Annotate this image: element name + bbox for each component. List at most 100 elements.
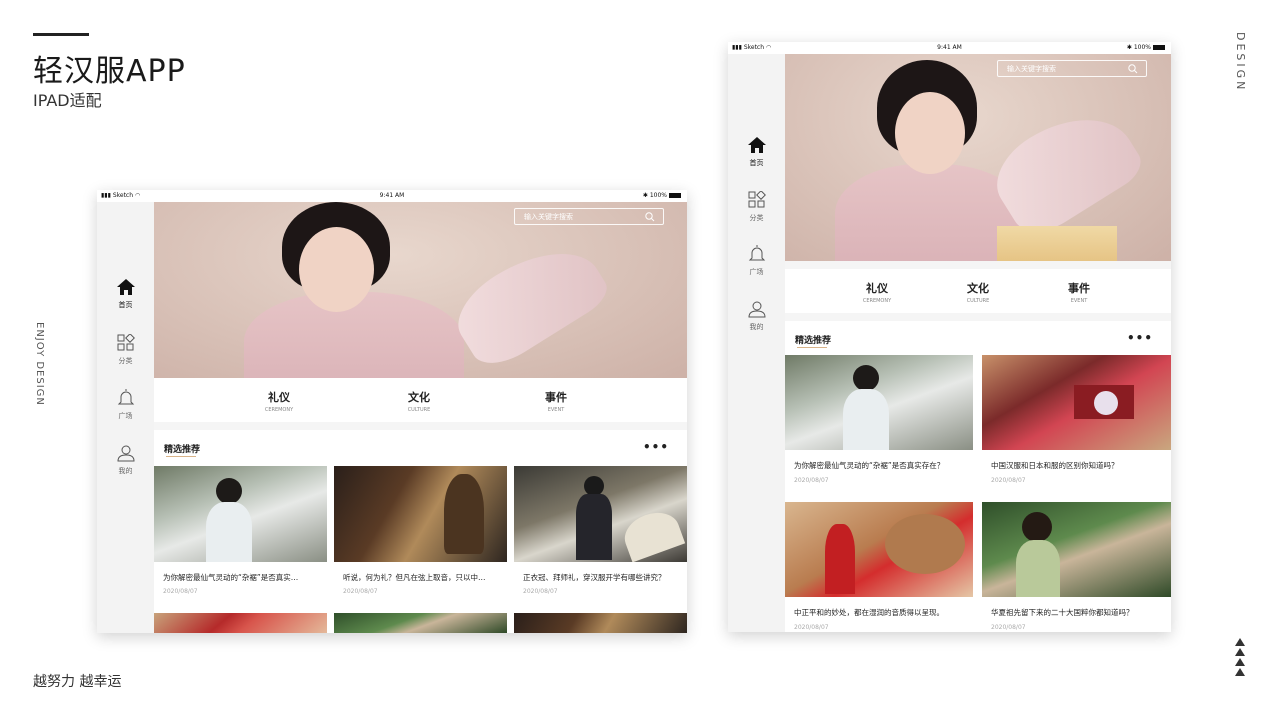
article-card[interactable]: 中正平和的妙处，都在湿润的音质得以呈现。 2020/08/07 bbox=[785, 502, 973, 632]
presentation-subtitle: IPAD适配 bbox=[33, 91, 102, 110]
ipad-landscape: ▮▮▮ Sketch ◠ 9:41 AM ✱ 100% 首页 分类 广场 我的 bbox=[97, 190, 687, 633]
category-zh: 礼仪 bbox=[866, 282, 888, 295]
hero-banner[interactable]: 输入关键字搜索 bbox=[785, 54, 1171, 261]
status-bar: ▮▮▮ Sketch ◠ 9:41 AM ✱ 100% bbox=[728, 42, 1171, 54]
article-date: 2020/08/07 bbox=[794, 624, 829, 631]
category-culture[interactable]: 文化 CULTURE bbox=[948, 280, 1008, 304]
featured-section: 精选推荐 ••• 为你解密最仙气灵动的“杂裾”是否真实… 2020/08/07 … bbox=[154, 430, 687, 633]
status-battery: ✱ 100% bbox=[643, 192, 681, 199]
search-placeholder: 输入关键字搜索 bbox=[1007, 64, 1056, 73]
bell-icon bbox=[117, 389, 134, 405]
category-en: CULTURE bbox=[407, 407, 431, 413]
nav-item-home[interactable]: 首页 bbox=[97, 278, 154, 310]
category-en: EVENT bbox=[1070, 298, 1088, 304]
article-card-partial[interactable] bbox=[154, 613, 327, 633]
article-caption: 听说，何为礼？但凡在弦上取音，只以中… bbox=[343, 573, 486, 582]
nav-item-category[interactable]: 分类 bbox=[97, 334, 154, 366]
article-card[interactable]: 正衣冠、拜师礼，穿汉服开学有哪些讲究？ 2020/08/07 bbox=[514, 466, 687, 606]
article-image bbox=[514, 613, 687, 633]
article-card-partial[interactable] bbox=[514, 613, 687, 633]
search-icon bbox=[1128, 63, 1138, 73]
article-caption: 为你解密最仙气灵动的“杂裾”是否真实存在？ bbox=[794, 461, 945, 470]
article-caption: 正衣冠、拜师礼，穿汉服开学有哪些讲究？ bbox=[523, 573, 666, 582]
category-en: CEREMONY bbox=[264, 407, 294, 413]
status-time: 9:41 AM bbox=[379, 192, 405, 199]
hero-banner[interactable]: 输入关键字搜索 bbox=[154, 202, 687, 378]
article-card-partial[interactable] bbox=[334, 613, 507, 633]
article-date: 2020/08/07 bbox=[991, 624, 1026, 631]
article-caption: 中正平和的妙处，都在湿润的音质得以呈现。 bbox=[794, 608, 944, 617]
slogan: 越努力 越幸运 bbox=[33, 674, 122, 690]
article-image bbox=[334, 613, 507, 633]
category-event[interactable]: 事件 EVENT bbox=[526, 389, 586, 413]
title-accent-bar bbox=[33, 33, 89, 36]
category-bar: 礼仪 CEREMONY 文化 CULTURE 事件 EVENT bbox=[785, 269, 1171, 313]
category-zh: 礼仪 bbox=[268, 391, 290, 404]
nav-label: 广场 bbox=[118, 412, 133, 420]
nav-item-home[interactable]: 首页 bbox=[728, 136, 785, 168]
nav-label: 分类 bbox=[749, 214, 764, 222]
article-caption: 中国汉服和日本和服的区别你知道吗？ bbox=[991, 461, 1119, 470]
category-ceremony[interactable]: 礼仪 CEREMONY bbox=[249, 389, 309, 413]
featured-title: 精选推荐 bbox=[164, 445, 201, 455]
triangle-decoration-icon bbox=[1234, 638, 1246, 678]
article-card[interactable]: 华夏祖先留下来的二十大国粹你都知道吗？ 2020/08/07 bbox=[982, 502, 1171, 632]
category-en: CEREMONY bbox=[862, 298, 892, 304]
article-image bbox=[982, 355, 1171, 450]
more-button[interactable]: ••• bbox=[643, 440, 669, 454]
category-event[interactable]: 事件 EVENT bbox=[1049, 280, 1109, 304]
battery-icon bbox=[1153, 45, 1165, 50]
search-input[interactable]: 输入关键字搜索 bbox=[997, 60, 1147, 77]
article-image bbox=[334, 466, 507, 562]
nav-label: 首页 bbox=[749, 159, 764, 167]
search-placeholder: 输入关键字搜索 bbox=[524, 212, 573, 221]
category-en: EVENT bbox=[547, 407, 565, 413]
article-card[interactable]: 中国汉服和日本和服的区别你知道吗？ 2020/08/07 bbox=[982, 355, 1171, 495]
article-card[interactable]: 为你解密最仙气灵动的“杂裾”是否真实存在？ 2020/08/07 bbox=[785, 355, 973, 495]
article-image bbox=[785, 502, 973, 597]
user-icon bbox=[116, 445, 135, 462]
user-icon bbox=[747, 301, 766, 318]
nav-label: 首页 bbox=[118, 301, 133, 309]
hero-figure-sleeve bbox=[444, 228, 614, 376]
nav-item-category[interactable]: 分类 bbox=[728, 191, 785, 223]
side-label-enjoy-design: ENJOY DESIGN bbox=[34, 322, 45, 406]
category-bar: 礼仪 CEREMONY 文化 CULTURE 事件 EVENT bbox=[154, 378, 687, 422]
article-card[interactable]: 听说，何为礼？但凡在弦上取音，只以中… 2020/08/07 bbox=[334, 466, 507, 606]
category-zh: 事件 bbox=[545, 391, 567, 404]
presentation-title: 轻汉服APP bbox=[33, 54, 186, 89]
category-culture[interactable]: 文化 CULTURE bbox=[389, 389, 449, 413]
article-image bbox=[785, 355, 973, 450]
search-icon bbox=[645, 211, 655, 221]
hero-wooden-stand bbox=[997, 226, 1117, 261]
category-zh: 事件 bbox=[1068, 282, 1090, 295]
nav-label: 我的 bbox=[118, 467, 133, 475]
featured-title-underline bbox=[166, 456, 196, 457]
status-battery: ✱ 100% bbox=[1127, 44, 1165, 51]
ipad-portrait: ▮▮▮ Sketch ◠ 9:41 AM ✱ 100% 首页 分类 广场 我的 bbox=[728, 42, 1171, 632]
featured-title-underline bbox=[797, 347, 827, 348]
home-icon bbox=[747, 137, 766, 153]
nav-item-mine[interactable]: 我的 bbox=[97, 444, 154, 476]
nav-item-square[interactable]: 广场 bbox=[728, 245, 785, 277]
article-date: 2020/08/07 bbox=[343, 588, 378, 595]
category-icon bbox=[748, 191, 766, 208]
nav-item-square[interactable]: 广场 bbox=[97, 389, 154, 421]
home-icon bbox=[116, 279, 135, 295]
article-date: 2020/08/07 bbox=[991, 477, 1026, 484]
nav-label: 分类 bbox=[118, 357, 133, 365]
status-bar: ▮▮▮ Sketch ◠ 9:41 AM ✱ 100% bbox=[97, 190, 687, 202]
battery-icon bbox=[669, 193, 681, 198]
search-input[interactable]: 输入关键字搜索 bbox=[514, 208, 664, 225]
article-card[interactable]: 为你解密最仙气灵动的“杂裾”是否真实… 2020/08/07 bbox=[154, 466, 327, 606]
article-image bbox=[514, 466, 687, 562]
presentation-page: 轻汉服APP IPAD适配 DESIGN ENJOY DESIGN 越努力 越幸… bbox=[0, 0, 1280, 720]
nav-item-mine[interactable]: 我的 bbox=[728, 300, 785, 332]
article-date: 2020/08/07 bbox=[163, 588, 198, 595]
category-zh: 文化 bbox=[967, 282, 989, 295]
category-ceremony[interactable]: 礼仪 CEREMONY bbox=[847, 280, 907, 304]
category-icon bbox=[117, 334, 135, 351]
more-button[interactable]: ••• bbox=[1127, 331, 1153, 345]
nav-label: 广场 bbox=[749, 268, 764, 276]
article-date: 2020/08/07 bbox=[794, 477, 829, 484]
